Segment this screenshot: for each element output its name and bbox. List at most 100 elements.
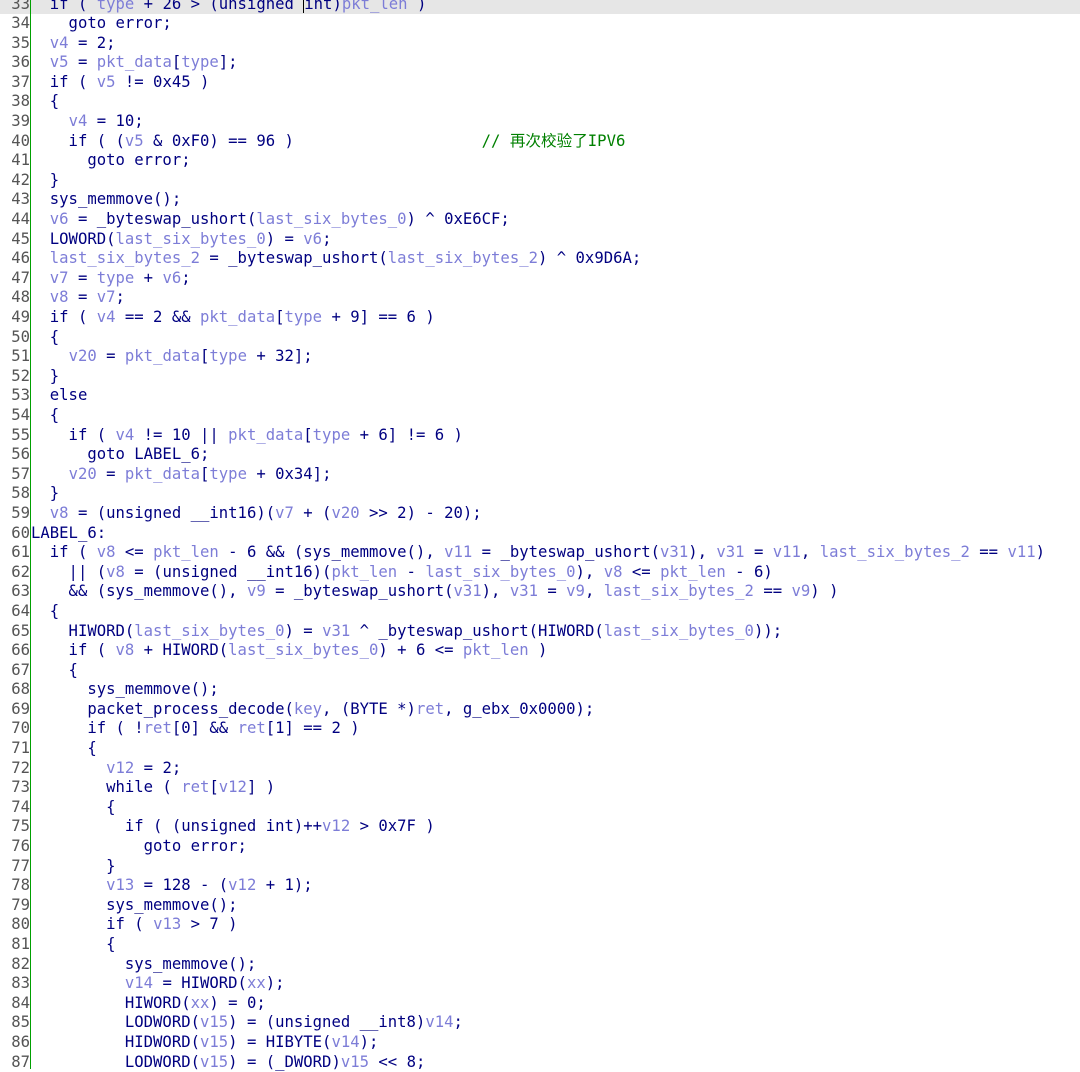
identifier-token[interactable]: key [294,700,322,718]
identifier-token[interactable]: pkt_len [463,641,529,659]
code-line[interactable]: 51 v20 = pkt_data[type + 32]; [0,347,1080,367]
code-line[interactable]: 68 sys_memmove(); [0,680,1080,700]
identifier-token[interactable]: v5 [50,53,69,71]
identifier-token[interactable]: last_six_bytes_2 [50,249,200,267]
identifier-token[interactable]: v8 [50,504,69,522]
identifier-token[interactable]: v8 [97,543,116,561]
code-line[interactable]: 52 } [0,367,1080,387]
identifier-token[interactable]: v31 [660,543,688,561]
identifier-token[interactable]: v11 [444,543,472,561]
identifier-token[interactable]: type [209,465,247,483]
identifier-token[interactable]: pkt_data [97,53,172,71]
code-line[interactable]: 74 { [0,798,1080,818]
identifier-token[interactable]: last_six_bytes_0 [256,210,406,228]
identifier-token[interactable]: ret [416,700,444,718]
identifier-token[interactable]: v6 [162,269,181,287]
identifier-token[interactable]: v5 [125,132,144,150]
identifier-token[interactable]: pkt_len [342,0,408,13]
identifier-token[interactable]: v8 [106,563,125,581]
identifier-token[interactable]: last_six_bytes_0 [134,622,284,640]
identifier-token[interactable]: v15 [341,1053,369,1071]
identifier-token[interactable]: last_six_bytes_0 [604,622,754,640]
code-line[interactable]: 35 v4 = 2; [0,34,1080,54]
code-line[interactable]: 64 { [0,602,1080,622]
identifier-token[interactable]: v15 [200,1053,228,1071]
identifier-token[interactable]: type [97,0,135,13]
identifier-token[interactable]: v20 [331,504,359,522]
identifier-token[interactable]: v4 [116,426,135,444]
code-line[interactable]: 67 { [0,661,1080,681]
identifier-token[interactable]: v8 [50,288,69,306]
identifier-token[interactable]: v8 [116,641,135,659]
identifier-token[interactable]: v14 [425,1013,453,1031]
identifier-token[interactable]: v7 [97,288,116,306]
code-line[interactable]: 55 if ( v4 != 10 || pkt_data[type + 6] !… [0,426,1080,446]
identifier-token[interactable]: v7 [50,269,69,287]
identifier-token[interactable]: v13 [106,876,134,894]
code-line[interactable]: 80 if ( v13 > 7 ) [0,915,1080,935]
code-line[interactable]: 58 } [0,484,1080,504]
identifier-token[interactable]: pkt_len [660,563,726,581]
code-line[interactable]: 56 goto LABEL_6; [0,445,1080,465]
code-line[interactable]: 38 { [0,92,1080,112]
code-line[interactable]: 61 if ( v8 <= pkt_len - 6 && (sys_memmov… [0,543,1080,563]
identifier-token[interactable]: pkt_len [153,543,219,561]
identifier-token[interactable]: v12 [322,817,350,835]
identifier-token[interactable]: xx [247,974,266,992]
pseudocode-view[interactable]: 33 if ( type + 26 > (unsigned int)pkt_le… [0,0,1080,1072]
identifier-token[interactable]: pkt_data [200,308,275,326]
code-line[interactable]: 83 v14 = HIWORD(xx); [0,974,1080,994]
code-line[interactable]: 77 } [0,857,1080,877]
code-line[interactable]: 79 sys_memmove(); [0,896,1080,916]
identifier-token[interactable]: ret [144,719,172,737]
identifier-token[interactable]: v6 [50,210,69,228]
identifier-token[interactable]: pkt_len [331,563,397,581]
identifier-token[interactable]: pkt_data [125,465,200,483]
code-line[interactable]: 85 LODWORD(v15) = (unsigned __int8)v14; [0,1013,1080,1033]
code-line[interactable]: 48 v8 = v7; [0,288,1080,308]
identifier-token[interactable]: type [97,269,135,287]
identifier-token[interactable]: v4 [69,112,88,130]
code-line[interactable]: 42 } [0,171,1080,191]
identifier-token[interactable]: last_six_bytes_0 [116,230,266,248]
identifier-token[interactable]: v8 [604,563,623,581]
code-line[interactable]: 60 LABEL_6: [0,524,1080,544]
identifier-token[interactable]: v15 [200,1013,228,1031]
code-line[interactable]: 50 { [0,328,1080,348]
identifier-token[interactable]: type [285,308,323,326]
code-line[interactable]: 84 HIWORD(xx) = 0; [0,994,1080,1014]
identifier-token[interactable]: v4 [50,34,69,52]
identifier-token[interactable]: v12 [228,876,256,894]
identifier-token[interactable]: v20 [69,465,97,483]
code-line[interactable]: 53 else [0,386,1080,406]
code-line[interactable]: 46 last_six_bytes_2 = _byteswap_ushort(l… [0,249,1080,269]
identifier-token[interactable]: v9 [247,582,266,600]
identifier-token[interactable]: pkt_data [228,426,303,444]
code-line[interactable]: 71 { [0,739,1080,759]
identifier-token[interactable]: type [181,53,219,71]
code-line[interactable]: 63 && (sys_memmove(), v9 = _byteswap_ush… [0,582,1080,602]
code-line[interactable]: 37 if ( v5 != 0x45 ) [0,73,1080,93]
code-line[interactable]: 39 v4 = 10; [0,112,1080,132]
code-line[interactable]: 34 goto error; [0,14,1080,34]
code-line[interactable]: 49 if ( v4 == 2 && pkt_data[type + 9] ==… [0,308,1080,328]
identifier-token[interactable]: v13 [153,915,181,933]
code-line[interactable]: 62 || (v8 = (unsigned __int16)(pkt_len -… [0,563,1080,583]
code-line[interactable]: 78 v13 = 128 - (v12 + 1); [0,876,1080,896]
identifier-token[interactable]: v5 [97,73,116,91]
code-line[interactable]: 57 v20 = pkt_data[type + 0x34]; [0,465,1080,485]
identifier-token[interactable]: v9 [566,582,585,600]
code-line[interactable]: 43 sys_memmove(); [0,190,1080,210]
identifier-token[interactable]: last_six_bytes_2 [604,582,754,600]
code-line[interactable]: 76 goto error; [0,837,1080,857]
code-line[interactable]: 69 packet_process_decode(key, (BYTE *)re… [0,700,1080,720]
identifier-token[interactable]: ret [181,778,209,796]
identifier-token[interactable]: last_six_bytes_2 [388,249,538,267]
code-line[interactable]: 72 v12 = 2; [0,759,1080,779]
identifier-token[interactable]: v20 [69,347,97,365]
code-line[interactable]: 36 v5 = pkt_data[type]; [0,53,1080,73]
identifier-token[interactable]: v4 [97,308,116,326]
code-line[interactable]: 59 v8 = (unsigned __int16)(v7 + (v20 >> … [0,504,1080,524]
code-line[interactable]: 66 if ( v8 + HIWORD(last_six_bytes_0) + … [0,641,1080,661]
identifier-token[interactable]: xx [191,994,210,1012]
